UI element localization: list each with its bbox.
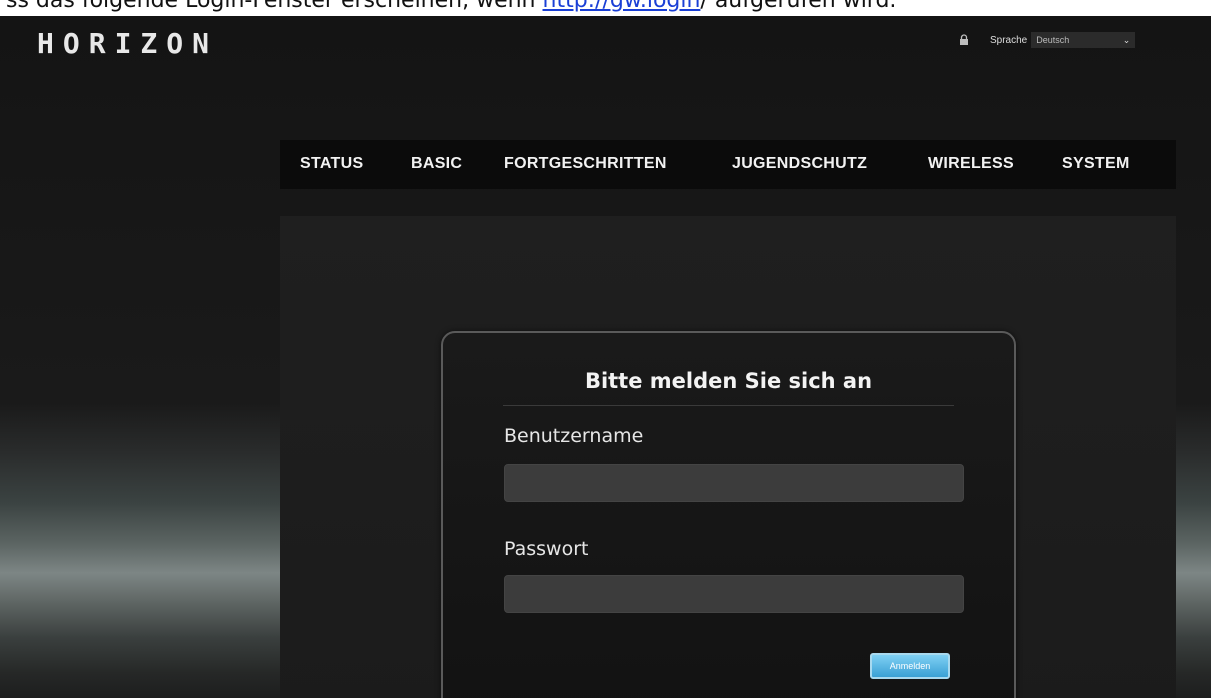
caption-lead-text: ss das folgende Login-Fenster erscheinen… bbox=[6, 0, 543, 13]
login-dialog: Bitte melden Sie sich an Benutzername Pa… bbox=[441, 331, 1016, 698]
nav-jugendschutz[interactable]: JUGENDSCHUTZ bbox=[732, 155, 867, 173]
password-label: Passwort bbox=[504, 538, 589, 560]
login-button[interactable]: Anmelden bbox=[870, 653, 950, 679]
username-input[interactable] bbox=[504, 464, 964, 502]
login-title: Bitte melden Sie sich an bbox=[584, 369, 873, 393]
nav-status[interactable]: STATUS bbox=[300, 155, 363, 173]
language-select[interactable]: Deutsch ⌄ bbox=[1031, 32, 1136, 48]
title-divider bbox=[503, 405, 954, 406]
lock-icon bbox=[958, 34, 970, 46]
horizon-logo: HORIZON bbox=[37, 27, 219, 60]
caption-login-link[interactable]: http://gw.login bbox=[543, 0, 701, 13]
main-nav: STATUS BASIC FORTGESCHRITTEN JUGENDSCHUT… bbox=[280, 140, 1176, 189]
password-input[interactable] bbox=[504, 575, 964, 613]
chevron-down-icon: ⌄ bbox=[1122, 34, 1131, 45]
caption-tail-text: / aufgerufen wird. bbox=[700, 0, 897, 13]
nav-system[interactable]: SYSTEM bbox=[1062, 155, 1130, 173]
language-selected-value: Deutsch bbox=[1036, 35, 1070, 45]
router-login-page: HORIZON Sprache Deutsch ⌄ STATUS BASIC F… bbox=[0, 13, 1211, 698]
username-label: Benutzername bbox=[504, 425, 644, 447]
language-label: Sprache bbox=[990, 34, 1028, 46]
nav-fortgeschritten[interactable]: FORTGESCHRITTEN bbox=[504, 155, 667, 173]
nav-basic[interactable]: BASIC bbox=[411, 155, 462, 173]
language-bar: Sprache Deutsch ⌄ bbox=[958, 31, 1136, 49]
nav-wireless[interactable]: WIRELESS bbox=[928, 155, 1014, 173]
document-caption: ss das folgende Login-Fenster erscheinen… bbox=[0, 0, 1211, 16]
